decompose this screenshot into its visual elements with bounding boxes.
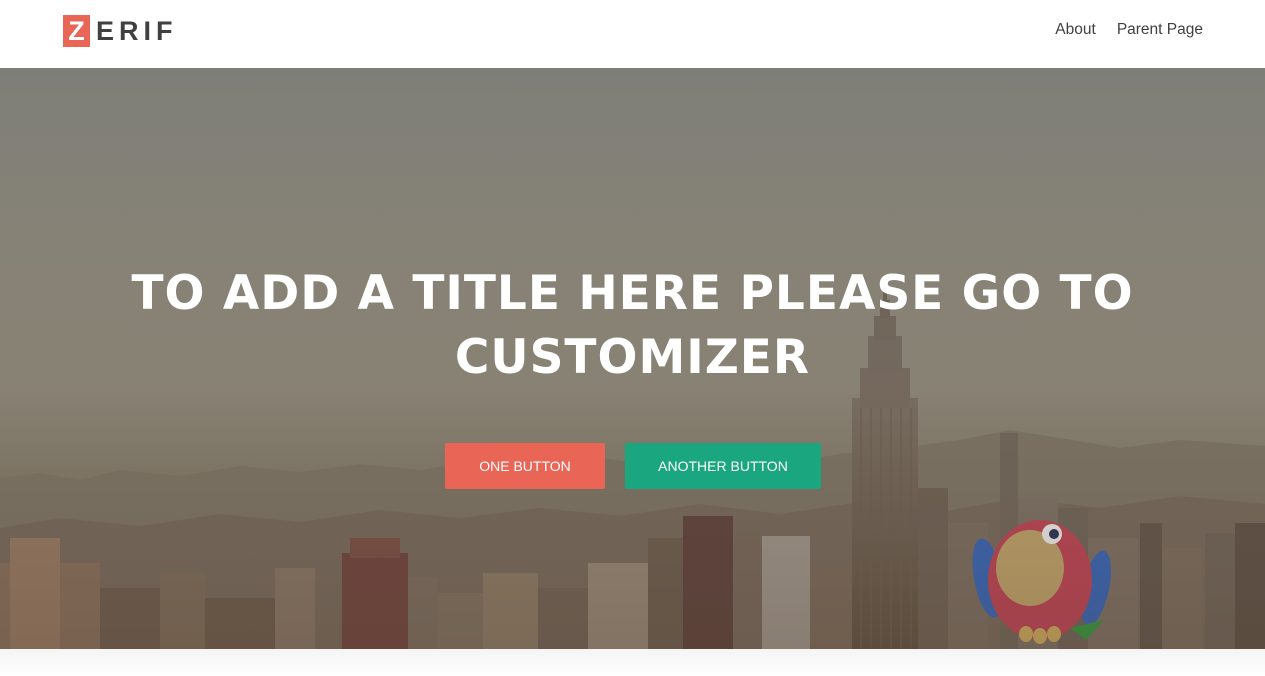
one-button[interactable]: ONE BUTTON [445,443,605,489]
another-button[interactable]: ANOTHER BUTTON [625,443,821,489]
site-logo[interactable]: Z ERIF [63,15,178,47]
logo-rest-text: ERIF [96,15,178,46]
nav-link-about[interactable]: About [1055,20,1096,40]
main-navigation: About Parent Page [1055,20,1203,40]
hero-title-line-2: CUSTOMIZER [454,330,811,385]
hero-title: TO ADD A TITLE HERE PLEASE GO TO CUSTOMI… [60,262,1205,390]
logo-first-letter: Z [63,15,90,47]
hero-section: TO ADD A TITLE HERE PLEASE GO TO CUSTOMI… [0,68,1265,649]
nav-link-parent-page[interactable]: Parent Page [1117,20,1203,40]
hero-title-line-1: TO ADD A TITLE HERE PLEASE GO TO [131,266,1134,321]
site-header: Z ERIF About Parent Page [0,0,1265,68]
next-section-top [0,649,1265,676]
